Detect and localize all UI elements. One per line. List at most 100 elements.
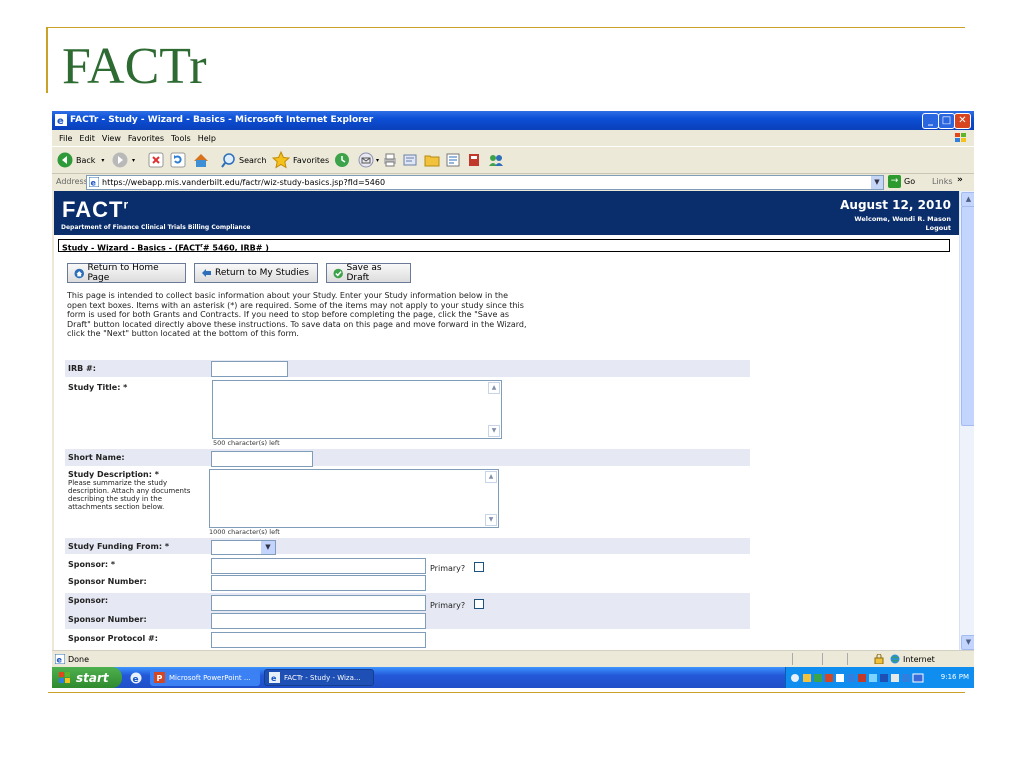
study-description-textarea[interactable]: ▲ ▼ [209,469,499,528]
menu-help[interactable]: Help [198,134,216,143]
logout-link[interactable]: Logout [926,224,951,232]
factr-header: FACTr Department of Finance Clinical Tri… [54,191,959,235]
tray-icons[interactable] [790,672,940,684]
print-icon [384,153,396,167]
page-content: FACTr Department of Finance Clinical Tri… [54,191,959,650]
start-button[interactable]: start [52,667,122,688]
folder-button[interactable] [424,150,440,170]
mail-icon [358,152,374,168]
address-label: Address [56,177,88,186]
primary1-label: Primary? [430,564,466,573]
address-dropdown-icon[interactable]: ▼ [871,176,883,189]
refresh-icon [170,152,186,168]
study-title-textarea[interactable]: ▲ ▼ [212,380,502,439]
security-zone: Internet [874,654,935,664]
home-circle-icon [74,268,85,278]
save-check-icon [333,268,343,278]
print-button[interactable] [382,150,398,170]
system-tray: 9:16 PM [785,667,974,688]
vertical-scrollbar[interactable]: ▲ ▼ [959,191,974,650]
go-button[interactable]: → Go [888,175,915,188]
stop-icon [148,152,164,168]
back-button[interactable]: Back ▾ [57,150,104,170]
funding-label: Study Funding From: * [68,542,170,551]
edit-button[interactable] [402,150,418,170]
sponsor-number1-input[interactable] [211,575,426,591]
primary1-checkbox[interactable] [474,562,484,572]
home-button[interactable] [192,150,210,170]
bookmark-button[interactable] [466,150,482,170]
scroll-down-icon[interactable]: ▼ [485,514,497,526]
menu-view[interactable]: View [102,134,121,143]
short-name-label: Short Name: [68,453,125,462]
url-text: https://webapp.mis.vanderbilt.edu/factr/… [102,178,386,187]
messenger-button[interactable] [445,150,461,170]
stop-button[interactable] [148,150,164,170]
history-icon [335,153,349,167]
menu-favorites[interactable]: Favorites [128,134,164,143]
msn-button[interactable] [487,150,505,170]
scroll-up-icon[interactable]: ▲ [488,382,500,394]
header-date: August 12, 2010 [840,198,951,212]
scroll-up-icon[interactable]: ▲ [485,471,497,483]
ie-task-icon: e [269,672,280,683]
menu-bar: File Edit View Favorites Tools Help [52,130,974,146]
window-titlebar[interactable]: e FACTr - Study - Wizard - Basics - Micr… [52,111,974,130]
task-powerpoint[interactable]: P Microsoft PowerPoint ... [150,669,260,686]
links-button[interactable]: Links [932,177,953,186]
study-description-help: Please summarize the study description. … [68,479,191,511]
svg-text:e: e [57,116,64,126]
clock: 9:16 PM [940,673,969,681]
study-title-label: Study Title: * [68,383,128,392]
links-chevron-icon[interactable]: » [957,175,963,185]
short-name-input[interactable] [211,451,313,467]
search-icon [221,153,235,168]
slide-top-rule [48,27,965,28]
history-button[interactable] [334,150,350,170]
forward-button[interactable]: ▾ [112,150,135,170]
minimize-button[interactable]: _ [922,113,939,129]
sponsor1-input[interactable] [211,558,426,574]
primary2-checkbox[interactable] [474,599,484,609]
return-studies-button[interactable]: Return to My Studies [194,263,318,283]
messenger-icon [489,155,503,166]
search-button[interactable]: Search [220,150,266,170]
quicklaunch-ie-icon[interactable]: e [130,672,142,684]
protocol-input[interactable] [211,632,426,648]
funding-select[interactable]: ▼ [211,540,276,555]
welcome-text: Welcome, Wendi R. Mason [854,215,951,223]
powerpoint-icon: P [154,672,165,683]
description-char-counter: 1000 character(s) left [209,528,280,536]
task-factr-window[interactable]: e FACTr - Study - Wiza... [264,669,374,686]
instructions-text: This page is intended to collect basic i… [67,291,527,338]
scroll-up-arrow-icon[interactable]: ▲ [961,192,974,207]
sponsor-number2-input[interactable] [211,613,426,629]
scroll-down-icon[interactable]: ▼ [488,425,500,437]
address-input[interactable]: e https://webapp.mis.vanderbilt.edu/fact… [86,175,884,190]
refresh-button[interactable] [170,150,186,170]
return-home-button[interactable]: Return to Home Page [67,263,186,283]
close-button[interactable]: ✕ [954,113,971,129]
mail-button[interactable]: ▾ [358,150,379,170]
scroll-down-arrow-icon[interactable]: ▼ [961,635,974,650]
menu-tools[interactable]: Tools [171,134,191,143]
maximize-button[interactable]: □ [938,113,955,129]
scroll-thumb[interactable] [961,206,974,426]
taskbar: start e P Microsoft PowerPoint ... e FAC… [52,667,974,688]
menu-file[interactable]: File [59,134,72,143]
page-done-icon: e [55,654,65,664]
irb-input[interactable] [211,361,288,377]
menu-edit[interactable]: Edit [79,134,95,143]
status-separator [822,653,823,665]
favorites-button[interactable]: Favorites [272,150,329,170]
lock-icon [874,654,884,664]
save-draft-button[interactable]: Save as Draft [326,263,411,283]
status-separator [847,653,848,665]
sponsor2-input[interactable] [211,595,426,611]
globe-icon [890,654,900,664]
favorites-star-icon [272,151,290,169]
slide-title: FACTr [62,38,207,95]
department-name: Department of Finance Clinical Trials Bi… [61,224,251,231]
primary2-label: Primary? [430,601,466,610]
ie-window: e FACTr - Study - Wizard - Basics - Micr… [52,111,974,688]
